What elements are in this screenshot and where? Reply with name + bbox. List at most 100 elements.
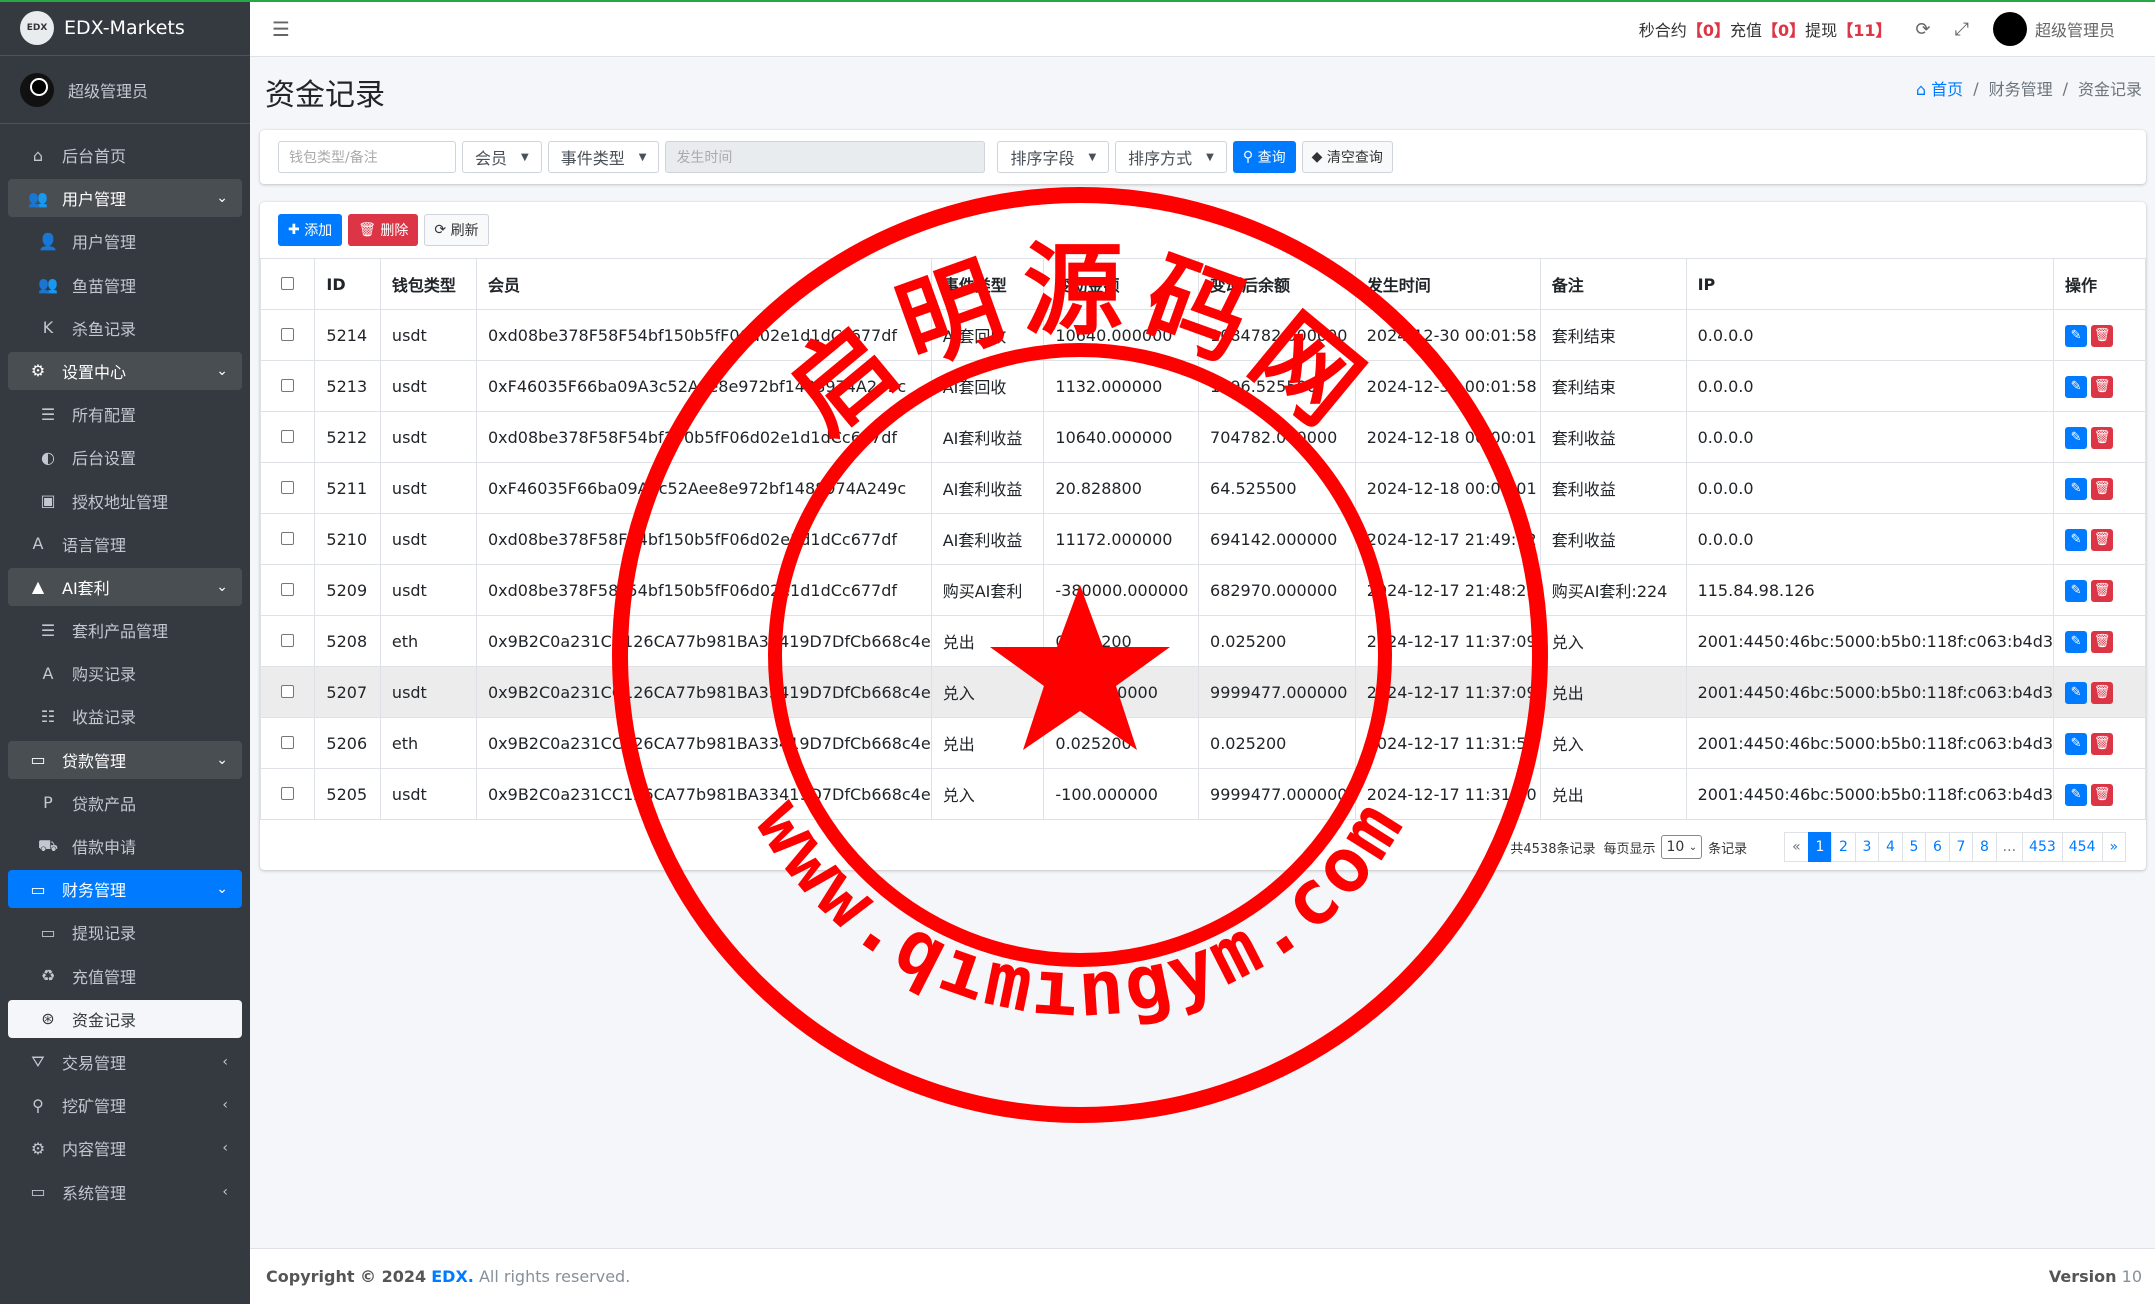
sidebar-item-1[interactable]: 👥 用户管理 ⌄ xyxy=(8,179,242,218)
sidebar-item-2[interactable]: 👤 用户管理 xyxy=(8,222,242,260)
row-checkbox[interactable] xyxy=(259,564,316,616)
page-link[interactable]: 454 xyxy=(2061,832,2103,862)
page-link[interactable]: 7 xyxy=(1948,832,1974,862)
sidebar-item-7[interactable]: ◐ 后台设置 xyxy=(8,438,242,476)
col-id[interactable]: ID xyxy=(314,258,381,310)
table-row[interactable]: 5213 usdt 0xF46035F66ba09A3c52Aee8e972bf14… xyxy=(259,360,2146,412)
table-row[interactable]: 5207 usdt 0x9B2C0a231CC126CA77b981BA33419D… xyxy=(259,666,2146,718)
brand[interactable]: EDX EDX-Markets xyxy=(0,0,250,56)
col-ip[interactable]: IP xyxy=(1685,258,2055,310)
col-event[interactable]: 事件类型 xyxy=(930,258,1045,310)
delete-button[interactable]: 🗑 删除 xyxy=(348,214,419,246)
sort-field-select[interactable]: 排序字段 ▼ xyxy=(997,141,1110,173)
sidebar-item-23[interactable]: ⚙ 内容管理 ‹ xyxy=(8,1129,242,1167)
trash-icon[interactable]: 🗑 xyxy=(2091,477,2114,500)
sidebar-item-20[interactable]: ⊛ 资金记录 xyxy=(8,999,242,1038)
trash-icon[interactable]: 🗑 xyxy=(2091,732,2114,755)
sidebar-item-10[interactable]: ▲ AI套利 ⌄ xyxy=(8,567,242,606)
sidebar-item-6[interactable]: ☰ 所有配置 xyxy=(8,395,242,433)
row-checkbox[interactable] xyxy=(259,360,316,412)
sidebar-item-22[interactable]: ⚲ 挖矿管理 ‹ xyxy=(8,1086,242,1124)
edit-icon[interactable]: ✎ xyxy=(2065,783,2088,806)
page-link[interactable]: 8 xyxy=(1972,832,1997,862)
page-link[interactable]: 6 xyxy=(1925,832,1950,862)
trash-icon[interactable]: 🗑 xyxy=(2091,579,2114,602)
table-row[interactable]: 5206 eth 0x9B2C0a231CC126CA77b981BA33419D7… xyxy=(259,717,2146,769)
row-checkbox[interactable] xyxy=(259,411,316,463)
page-link[interactable]: « xyxy=(1784,832,1809,862)
sidebar-item-9[interactable]: A 语言管理 xyxy=(8,525,242,563)
sidebar-item-12[interactable]: A 购买记录 xyxy=(8,654,242,692)
sidebar-item-13[interactable]: ☷ 收益记录 xyxy=(8,697,242,735)
sidebar-item-11[interactable]: ☰ 套利产品管理 xyxy=(8,611,242,649)
trash-icon[interactable]: 🗑 xyxy=(2091,375,2114,398)
edit-icon[interactable]: ✎ xyxy=(2065,681,2088,704)
sidebar-item-3[interactable]: 👥 鱼苗管理 xyxy=(8,266,242,304)
edit-icon[interactable]: ✎ xyxy=(2065,630,2088,653)
sidebar-item-15[interactable]: P 贷款产品 xyxy=(8,784,242,822)
event-type-select[interactable]: 事件类型 ▼ xyxy=(547,141,660,173)
table-row[interactable]: 5212 usdt 0xd08be378F58F54bf150b5fF06d02e1… xyxy=(259,411,2146,463)
refresh-button[interactable]: ⟳ 刷新 xyxy=(424,214,489,246)
page-link[interactable]: » xyxy=(2101,832,2126,862)
sidebar-item-21[interactable]: ⛛ 交易管理 ‹ xyxy=(8,1043,242,1081)
table-row[interactable]: 5210 usdt 0xd08be378F58F54bf150b5fF06d02e1… xyxy=(259,513,2146,565)
sidebar-item-17[interactable]: ▭ 财务管理 ⌄ xyxy=(8,870,242,909)
member-select[interactable]: 会员 ▼ xyxy=(462,141,542,173)
page-link[interactable]: ... xyxy=(1995,832,2024,862)
refresh-icon[interactable]: ⟳ xyxy=(1915,19,1930,40)
sidebar-item-24[interactable]: ▭ 系统管理 ‹ xyxy=(8,1173,242,1211)
trash-icon[interactable]: 🗑 xyxy=(2091,681,2114,704)
footer-brand-link[interactable]: EDX. xyxy=(431,1267,474,1286)
row-checkbox[interactable] xyxy=(259,513,316,565)
row-checkbox[interactable] xyxy=(259,768,316,820)
row-checkbox[interactable] xyxy=(259,717,316,769)
sidebar-item-16[interactable]: ⛟ 借款申请 xyxy=(8,827,242,865)
wallet-search-input[interactable]: 钱包类型/备注 xyxy=(278,141,456,173)
per-page-select[interactable]: 10 ⌄ xyxy=(1661,835,1703,859)
row-checkbox[interactable] xyxy=(259,309,316,361)
trash-icon[interactable]: 🗑 xyxy=(2091,324,2114,347)
sort-order-select[interactable]: 排序方式 ▼ xyxy=(1115,141,1227,173)
top-avatar[interactable] xyxy=(1992,12,2027,46)
breadcrumb-home[interactable]: ⌂ 首页 xyxy=(1916,76,1963,100)
search-button[interactable]: ⚲ 查询 xyxy=(1232,141,1296,173)
trash-icon[interactable]: 🗑 xyxy=(2091,426,2114,449)
page-link[interactable]: 1 xyxy=(1807,832,1833,862)
sidebar-item-19[interactable]: ♻ 充值管理 xyxy=(8,957,242,995)
withdraw-label[interactable]: 提现 xyxy=(1805,17,1837,41)
sidebar-item-14[interactable]: ▭ 贷款管理 ⌄ xyxy=(8,740,242,779)
sidebar-item-5[interactable]: ⚙ 设置中心 ⌄ xyxy=(8,351,242,390)
user-panel[interactable]: 超级管理员 xyxy=(0,56,250,124)
edit-icon[interactable]: ✎ xyxy=(2065,732,2088,755)
sidebar-item-8[interactable]: ▣ 授权地址管理 xyxy=(8,482,242,520)
row-checkbox[interactable] xyxy=(259,615,316,667)
top-user-name[interactable]: 超级管理员 xyxy=(2035,17,2115,41)
menu-toggle-icon[interactable]: ☰ xyxy=(272,17,290,41)
fullscreen-icon[interactable]: ⤢ xyxy=(1955,19,1969,40)
page-link[interactable]: 3 xyxy=(1854,832,1880,862)
page-link[interactable]: 453 xyxy=(2022,832,2063,862)
trash-icon[interactable]: 🗑 xyxy=(2091,630,2114,653)
edit-icon[interactable]: ✎ xyxy=(2065,477,2088,500)
edit-icon[interactable]: ✎ xyxy=(2065,528,2088,551)
col-time[interactable]: 发生时间 xyxy=(1354,258,1541,310)
seconds-contract-count[interactable]: 【0】 xyxy=(1687,17,1730,41)
table-row[interactable]: 5209 usdt 0xd08be378F58F54bf150b5fF06d02e1… xyxy=(259,564,2146,616)
trash-icon[interactable]: 🗑 xyxy=(2091,528,2114,551)
breadcrumb-finance[interactable]: 财务管理 xyxy=(1989,76,2053,100)
col-amount[interactable]: 变动金额 xyxy=(1043,258,1200,310)
col-balance[interactable]: 变动后余额 xyxy=(1198,258,1356,310)
table-row[interactable]: 5205 usdt 0x9B2C0a231CC126CA77b981BA33419D… xyxy=(259,768,2146,820)
sidebar-item-0[interactable]: ⌂ 后台首页 xyxy=(8,136,242,174)
page-link[interactable]: 2 xyxy=(1831,832,1856,862)
edit-icon[interactable]: ✎ xyxy=(2065,426,2088,449)
clear-query-button[interactable]: ◆ 清空查询 xyxy=(1301,141,1393,173)
table-row[interactable]: 5208 eth 0x9B2C0a231CC126CA77b981BA33419D7… xyxy=(259,615,2146,667)
col-note[interactable]: 备注 xyxy=(1539,258,1687,310)
col-wallet[interactable]: 钱包类型 xyxy=(379,258,478,310)
row-checkbox[interactable] xyxy=(259,462,316,514)
withdraw-count[interactable]: 【11】 xyxy=(1837,17,1891,41)
col-member[interactable]: 会员 xyxy=(476,258,932,310)
seconds-contract-label[interactable]: 秒合约 xyxy=(1639,17,1687,41)
